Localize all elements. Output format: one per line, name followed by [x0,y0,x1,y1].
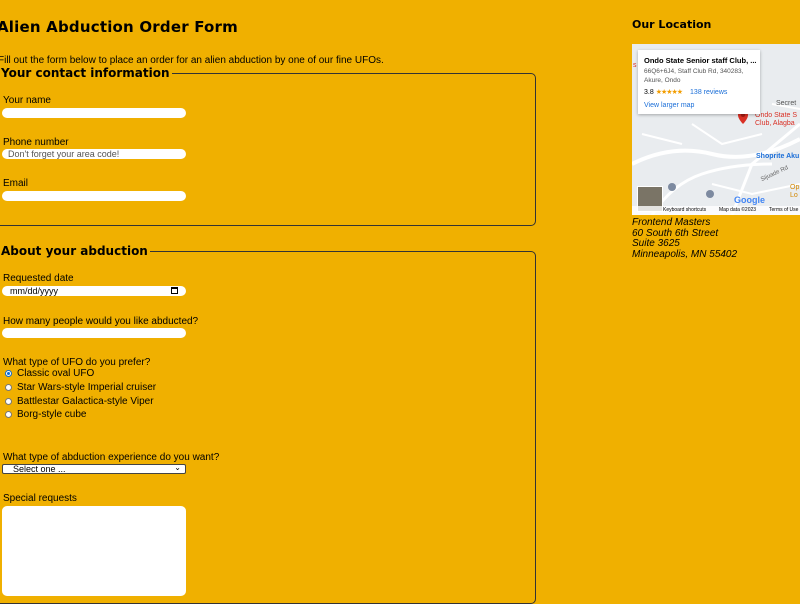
ufo-label: What type of UFO do you prefer? [3,357,151,368]
place-address: Akure, Ondo [644,77,681,84]
radio-button[interactable] [5,411,12,418]
ufo-option[interactable]: Borg-style cube [5,409,86,420]
requests-textarea[interactable] [2,506,186,596]
star-icon: ★★★★★ [655,89,683,96]
abduction-legend: About your abduction [1,244,148,258]
people-label: How many people would you like abducted? [3,316,199,327]
page-title: Alien Abduction Order Form [0,18,238,36]
experience-selected: Select one ... [13,464,66,474]
keyboard-shortcuts-link[interactable]: Keyboard shortcuts [663,207,706,213]
ufo-option-label: Borg-style cube [17,409,87,420]
ufo-option[interactable]: Battlestar Galactica-style Viper [5,396,154,407]
calendar-icon[interactable] [171,287,178,294]
place-card: Ondo State Senior staff Club, ... 66Q6+6… [638,50,760,114]
ufo-option[interactable]: Classic oval UFO [5,368,94,379]
radio-button[interactable] [5,384,12,391]
email-input[interactable] [2,191,186,201]
address-line: Minneapolis, MN 55402 [632,248,738,260]
map-label: s [633,62,637,69]
date-input[interactable]: mm/dd/yyyy [2,286,186,296]
intro-text: Fill out the form below to place an orde… [0,55,384,66]
radio-button[interactable] [5,398,12,405]
map-label: Club, Alagba [755,120,795,127]
email-label: Email [3,178,29,189]
map-label: Ondo State S [755,112,798,119]
place-address: 66Q6+6J4, Staff Club Rd, 340283, [644,68,744,75]
google-logo: Google [734,195,765,205]
map-label: Secret [776,100,797,107]
map-label: Op [790,184,800,191]
date-label: Requested date [3,273,74,284]
name-input[interactable] [2,108,186,118]
address-line: Suite 3625 [632,238,680,249]
ufo-option-label: Star Wars-style Imperial cruiser [17,382,157,393]
map-data-text: Map data ©2023 [719,207,757,213]
contact-legend: Your contact information [1,66,170,80]
place-name: Ondo State Senior staff Club, ... [644,56,757,65]
ufo-option-label: Battlestar Galactica-style Viper [17,396,154,407]
name-label: Your name [3,95,51,106]
experience-select[interactable]: Select one ... ⌄ [2,464,186,474]
view-larger-map-link[interactable]: View larger map [644,102,694,109]
phone-input[interactable] [2,149,186,159]
embedded-map[interactable]: s Secret Ondo State S Club, Alagba Shopr… [632,44,800,215]
address-line: Frontend Masters [632,217,711,228]
reviews-link[interactable]: 138 reviews [690,89,727,96]
people-input[interactable] [2,328,186,338]
ufo-option-label: Classic oval UFO [17,368,95,379]
radio-button[interactable] [5,370,12,377]
terms-link[interactable]: Terms of Use [769,207,798,213]
place-rating: 3.8 ★★★★★ 138 reviews [644,88,727,96]
date-placeholder: mm/dd/yyyy [10,286,59,296]
map-label: Lo [790,192,798,199]
contact-fieldset: Your contact information [0,66,536,226]
rating-value: 3.8 [644,89,654,96]
phone-label: Phone number [3,137,69,148]
address-block: Frontend Masters 60 South 6th Street Sui… [632,217,738,260]
map-label: Shoprite Aku [756,153,800,160]
requests-label: Special requests [3,493,77,504]
ufo-option[interactable]: Star Wars-style Imperial cruiser [5,382,156,393]
location-title: Our Location [632,18,712,31]
map-footer: Keyboard shortcuts Map data ©2023 Terms … [632,206,800,215]
chevron-down-icon: ⌄ [174,463,181,472]
experience-label: What type of abduction experience do you… [3,452,220,463]
